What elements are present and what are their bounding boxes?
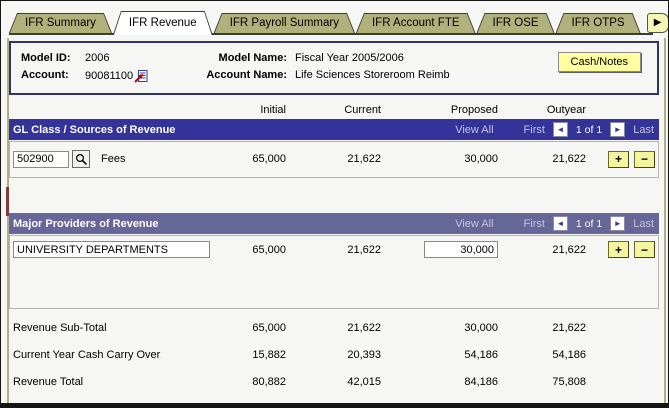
providers-group-box: 65,000 21,622 21,622 + − [9,235,659,309]
view-all-link[interactable]: View All [455,124,493,136]
chevron-left-icon: ◄ [556,126,564,134]
cash-notes-button[interactable]: Cash/Notes [558,52,641,72]
total-current: 20,393 [286,349,381,361]
next-page-button[interactable]: ► [610,122,625,137]
providers-row: 65,000 21,622 21,622 + − [13,241,655,258]
gl-initial-value: 65,000 [221,153,286,165]
total-row-label: Revenue Total [13,376,221,388]
provider-outyear-value: 21,622 [498,244,586,256]
revenue-total-row: Revenue Total 80,882 42,015 84,186 75,80… [13,368,655,395]
total-outyear: 54,186 [498,349,586,361]
totals-section: Revenue Sub-Total 65,000 21,622 30,000 2… [13,314,655,395]
total-initial: 65,000 [221,322,286,334]
total-row-label: Current Year Cash Carry Over [13,349,221,361]
tab-label: IFR OTPS [556,13,641,32]
page-right-edge [664,38,666,403]
revenue-subtotal-row: Revenue Sub-Total 65,000 21,622 30,000 2… [13,314,655,341]
model-id-value: 2006 [85,52,197,64]
model-account-header-box: Model ID: 2006 Model Name: Fiscal Year 2… [9,41,659,95]
magnifier-icon [75,153,88,166]
delete-row-button[interactable]: − [634,241,655,258]
gl-class-section-title: GL Class / Sources of Revenue [13,124,455,136]
gl-class-section-bar: GL Class / Sources of Revenue View All F… [9,119,659,140]
first-link[interactable]: First [524,124,545,136]
account-value: 90081100 [85,70,133,82]
add-row-button[interactable]: + [608,241,629,258]
column-header-outyear: Outyear [498,104,586,116]
chevron-right-icon: ► [614,220,622,228]
provider-name-input[interactable] [13,241,210,258]
last-link[interactable]: Last [633,218,654,230]
tab-ifr-otps[interactable]: IFR OTPS [556,13,641,33]
total-current: 42,015 [286,376,381,388]
cash-carry-over-row: Current Year Cash Carry Over 15,882 20,3… [13,341,655,368]
gl-class-row: Fees 65,000 21,622 30,000 21,622 + − [13,150,655,168]
provider-initial-value: 65,000 [221,244,286,256]
add-row-button[interactable]: + [608,151,629,168]
first-link[interactable]: First [524,218,545,230]
total-proposed: 30,000 [381,322,498,334]
tab-label: IFR Summary [9,13,112,32]
total-current: 21,622 [286,322,381,334]
tab-label: IFR OSE [477,13,555,32]
gl-proposed-value: 30,000 [381,153,498,165]
next-page-button[interactable]: ► [610,216,625,231]
provider-proposed-input[interactable] [424,241,498,258]
providers-pager: View All First ◄ 1 of 1 ► Last [455,216,654,231]
chevron-left-icon: ◄ [556,220,564,228]
column-header-current: Current [286,104,381,116]
gl-class-code-input[interactable] [13,151,69,168]
gl-current-value: 21,622 [286,153,381,165]
chevron-right-icon: ► [614,126,622,134]
tab-label: IFR Account FTE [356,13,476,32]
page-indicator: 1 of 1 [576,124,602,136]
gl-class-pager: View All First ◄ 1 of 1 ► Last [455,122,654,137]
model-name-label: Model Name: [197,52,295,64]
transfer-detail-icon[interactable] [134,69,148,83]
view-all-link[interactable]: View All [455,218,493,230]
delete-row-button[interactable]: − [634,151,655,168]
model-id-label: Model ID: [21,52,85,64]
providers-section-title: Major Providers of Revenue [13,218,455,230]
total-proposed: 84,186 [381,376,498,388]
column-header-initial: Initial [221,104,286,116]
provider-current-value: 21,622 [286,244,381,256]
previous-page-button[interactable]: ◄ [553,216,568,231]
page-indicator: 1 of 1 [576,218,602,230]
total-proposed: 54,186 [381,349,498,361]
column-headers: Initial Current Proposed Outyear [13,104,655,116]
tab-ifr-revenue[interactable]: IFR Revenue [113,11,213,35]
account-value-wrap: 90081100 [85,69,197,83]
tab-ifr-payroll-summary[interactable]: IFR Payroll Summary [214,13,355,33]
account-name-label: Account Name: [197,69,295,83]
last-link[interactable]: Last [633,124,654,136]
tab-label: IFR Revenue [113,11,213,32]
tab-bar: IFR Summary IFR Revenue IFR Payroll Summ… [9,11,669,35]
total-outyear: 21,622 [498,322,586,334]
bottom-border-bar [1,403,668,407]
left-edge-marker [6,187,9,216]
gl-outyear-value: 21,622 [498,153,586,165]
ifr-revenue-page: IFR Summary IFR Revenue IFR Payroll Summ… [0,0,669,408]
total-initial: 15,882 [221,349,286,361]
tab-label: IFR Payroll Summary [214,13,355,32]
providers-section-bar: Major Providers of Revenue View All Firs… [9,213,659,234]
tab-ifr-ose[interactable]: IFR OSE [477,13,555,33]
lookup-button[interactable] [72,150,90,168]
total-initial: 80,882 [221,376,286,388]
total-row-label: Revenue Sub-Total [13,322,221,334]
gl-class-group-box: Fees 65,000 21,622 30,000 21,622 + − [9,141,659,178]
gl-class-description: Fees [101,153,125,165]
account-label: Account: [21,69,85,83]
previous-page-button[interactable]: ◄ [553,122,568,137]
tab-ifr-account-fte[interactable]: IFR Account FTE [356,13,476,33]
tab-ifr-summary[interactable]: IFR Summary [9,13,112,33]
total-outyear: 75,808 [498,376,586,388]
column-header-proposed: Proposed [381,104,498,116]
tab-scroll-right-button[interactable]: ▶ [647,13,669,33]
chevron-right-icon: ▶ [654,18,662,28]
